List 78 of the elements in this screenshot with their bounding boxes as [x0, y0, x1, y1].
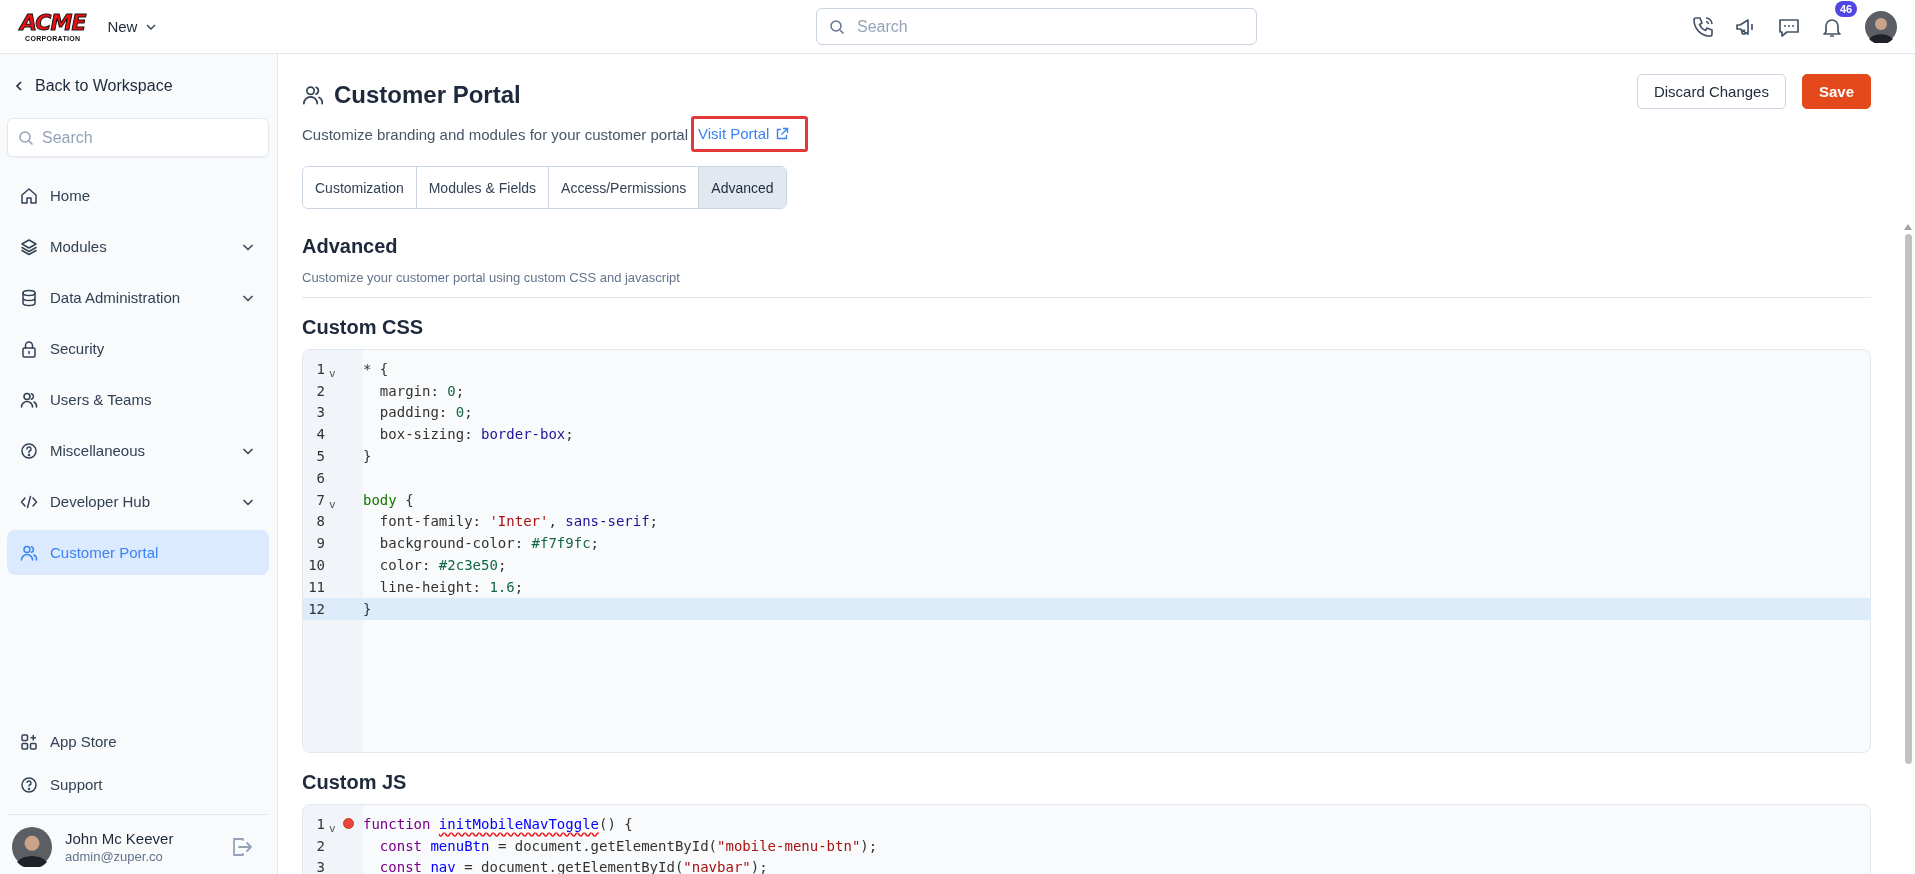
code-line: line-height: 1.6; [378, 578, 524, 595]
sidebar-item[interactable]: Security [7, 326, 269, 371]
user-avatar[interactable] [1865, 10, 1897, 43]
code-line: * { [363, 360, 389, 377]
back-link[interactable]: Back to Workspace [7, 76, 269, 96]
line-number: 7 [315, 491, 325, 508]
sidebar-item[interactable]: Miscellaneous [7, 428, 269, 473]
page-subtitle: Customize branding and modules for your customer portal [302, 125, 689, 143]
line-number: 1 [315, 360, 325, 377]
code-line: } [363, 600, 372, 617]
tab[interactable]: Advanced [699, 167, 786, 208]
database-icon [20, 288, 38, 307]
line-number: 1 [315, 815, 325, 832]
section-description: Customize your customer portal using custom CSS and javascript [302, 270, 681, 285]
code-line: function initMobileNavToggle() { [363, 815, 633, 832]
tab[interactable]: Customization [303, 167, 417, 208]
sidebar-item[interactable]: Modules [7, 224, 269, 269]
user-avatar[interactable] [12, 827, 52, 867]
fold-marker[interactable]: v [329, 366, 336, 380]
users-icon [302, 84, 324, 106]
users-icon [20, 543, 38, 562]
code-editor[interactable]: 1 $_{v}$ * { 2 margin: 0; 3 padding: 0; 4 box-sizing: border-box; 5 } 6 7 $_{v}$ body { 8 font-family: 'Inter', sans-serif; 9 background-color: #f7f9fc; 10 color: #2c3e50; 11 line-height: 1.6; 12 } [302, 349, 1871, 753]
code-line: font-family: 'Inter', sans-serif; [378, 513, 659, 530]
discard-button[interactable]: Discard Changes [1636, 74, 1786, 109]
code-line: } [363, 448, 372, 465]
line-number: 3 [315, 859, 325, 874]
external-link-icon [775, 126, 790, 141]
line-number: 2 [315, 837, 325, 854]
line-number: 10 [307, 557, 325, 574]
line-number: 5 [315, 448, 325, 465]
lock-icon [20, 339, 38, 358]
help-icon [20, 441, 38, 460]
breakpoint-dot[interactable] [343, 818, 354, 830]
sidebar-item[interactable]: Developer Hub [7, 479, 269, 524]
fold-marker[interactable]: v [329, 821, 336, 835]
line-number: 9 [315, 535, 325, 552]
code-line: background-color: #f7f9fc; [378, 535, 600, 552]
phone-icon[interactable] [1691, 14, 1715, 39]
sidebar-item[interactable]: Home [7, 173, 269, 218]
apps-icon [20, 732, 38, 751]
sidebar-item[interactable]: App Store [7, 720, 269, 763]
visit-portal-link[interactable]: Visit Portal [698, 125, 790, 142]
fold-marker[interactable]: v [329, 497, 336, 511]
line-number: 8 [315, 513, 325, 530]
code-line: color: #2c3e50; [378, 557, 507, 574]
line-number: 11 [307, 578, 325, 595]
search-field[interactable]: Search [816, 8, 1257, 45]
search-icon [18, 129, 34, 146]
line-number: 12 [307, 600, 325, 617]
line-number: 3 [315, 404, 325, 421]
sidebar-item[interactable]: Data Administration [7, 275, 269, 320]
search-icon [829, 18, 845, 35]
code-line: const menuBtn = document.getElementById("mobile-menu-btn"); [378, 837, 878, 854]
home-icon [20, 186, 38, 205]
sidebar-item[interactable]: Users & Teams [7, 377, 269, 422]
line-number: 2 [315, 382, 325, 399]
editor-title: Custom CSS [302, 316, 425, 339]
user-email: admin@zuper.co [65, 849, 164, 864]
sidebar-search-field[interactable]: Search [7, 118, 269, 157]
line-number: 6 [315, 469, 325, 486]
code-line: body { [363, 491, 414, 508]
user-name: John Mc Keever [65, 830, 175, 847]
notification-count: 46 [1835, 0, 1858, 17]
new-menu-button[interactable]: New [107, 18, 158, 35]
users-icon [20, 390, 38, 409]
page-title: Customer Portal [334, 81, 521, 109]
save-button[interactable]: Save [1801, 74, 1871, 109]
code-line: margin: 0; [378, 382, 465, 399]
layers-icon [20, 237, 38, 256]
back-link-label: Back to Workspace [35, 77, 173, 95]
section-title: Advanced [302, 235, 399, 258]
sidebar-item[interactable]: Support [7, 763, 269, 806]
help-icon [20, 775, 38, 794]
code-line: box-sizing: border-box; [378, 426, 574, 443]
chevron-left-icon [13, 80, 25, 92]
line-number: 4 [315, 426, 325, 443]
editor-title: Custom JS [302, 771, 408, 794]
code-line: padding: 0; [378, 404, 473, 421]
